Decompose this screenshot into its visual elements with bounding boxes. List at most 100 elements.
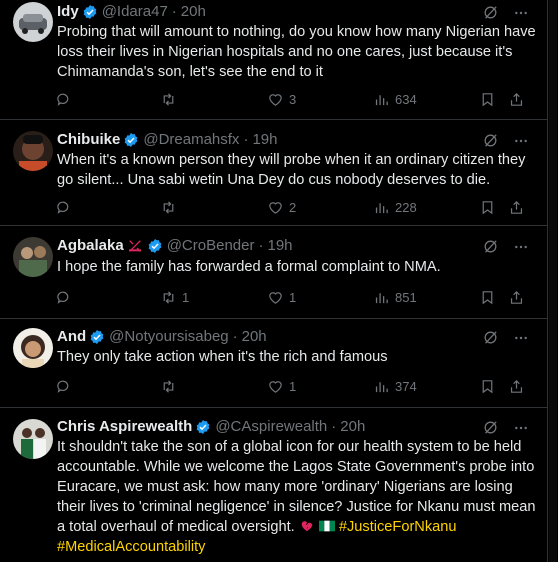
views-chart-icon bbox=[375, 292, 388, 303]
verified-badge-icon bbox=[90, 330, 104, 344]
reply-button[interactable] bbox=[55, 197, 72, 217]
retweet-count: 1 bbox=[182, 289, 190, 305]
like-count: 2 bbox=[289, 199, 297, 215]
display-name[interactable]: Chibuike bbox=[57, 130, 120, 150]
verified-badge-icon bbox=[125, 133, 138, 147]
tweet-header: Chibuike @Dreamahsfx · 19h bbox=[57, 130, 277, 150]
share-button[interactable] bbox=[508, 287, 525, 307]
like-button[interactable]: 2 bbox=[267, 197, 296, 217]
retweet-button[interactable] bbox=[160, 89, 182, 109]
view-count: 228 bbox=[395, 199, 417, 215]
avatar[interactable] bbox=[13, 237, 53, 277]
tweet-reply[interactable]: Idy @Idara47 · 20h Probing that will amo… bbox=[0, 0, 547, 120]
tweet-text: When it's a known person they will probe… bbox=[57, 152, 526, 188]
user-handle[interactable]: @Idara47 bbox=[102, 2, 168, 22]
retweet-icon bbox=[163, 200, 174, 214]
more-options-icon[interactable] bbox=[513, 133, 529, 149]
tweet-actions: 3 634 bbox=[55, 89, 530, 109]
tweet-reply[interactable]: Agbalaka @CroBender · 19h I hope the fam… bbox=[0, 225, 547, 319]
avatar[interactable] bbox=[13, 2, 53, 42]
view-count: 634 bbox=[395, 91, 417, 107]
separator-dot: · bbox=[258, 237, 264, 254]
like-button[interactable]: 1 bbox=[267, 376, 296, 396]
grok-icon[interactable] bbox=[482, 4, 499, 21]
bookmark-icon bbox=[482, 290, 493, 304]
display-name[interactable]: And bbox=[57, 327, 86, 347]
tweet-text: Probing that will amount to nothing, do … bbox=[57, 24, 536, 80]
bookmark-icon bbox=[482, 200, 493, 214]
like-button[interactable]: 3 bbox=[267, 89, 296, 109]
user-handle[interactable]: @Notyoursisabeg bbox=[109, 327, 228, 347]
views-button[interactable]: 374 bbox=[373, 376, 417, 396]
display-name[interactable]: Chris Aspirewealth bbox=[57, 417, 192, 437]
views-button[interactable]: 634 bbox=[373, 89, 417, 109]
reply-icon bbox=[57, 380, 69, 393]
tweet-text: It shouldn't take the son of a global ic… bbox=[57, 439, 536, 535]
bookmark-icon bbox=[482, 92, 493, 106]
separator-dot: · bbox=[331, 418, 337, 435]
reply-icon bbox=[57, 201, 69, 214]
verified-badge-icon bbox=[196, 420, 210, 434]
like-count: 1 bbox=[289, 378, 297, 394]
tweet-reply[interactable]: Chris Aspirewealth @CAspirewealth · 20h … bbox=[0, 407, 547, 562]
avatar[interactable] bbox=[13, 328, 53, 368]
grok-icon[interactable] bbox=[482, 238, 499, 255]
grok-icon[interactable] bbox=[482, 132, 499, 149]
avatar[interactable] bbox=[13, 131, 53, 171]
user-handle[interactable]: @CroBender bbox=[167, 236, 255, 256]
view-count: 374 bbox=[395, 378, 417, 394]
retweet-button[interactable] bbox=[160, 197, 182, 217]
tweet-reply[interactable]: Chibuike @Dreamahsfx · 19h When it's a k… bbox=[0, 119, 547, 226]
share-button[interactable] bbox=[508, 197, 525, 217]
tweet-header: Chris Aspirewealth @CAspirewealth · 20h bbox=[57, 417, 365, 437]
separator-dot: · bbox=[243, 131, 249, 148]
reply-button[interactable] bbox=[55, 376, 72, 396]
heart-icon bbox=[269, 93, 282, 106]
user-handle[interactable]: @Dreamahsfx bbox=[143, 130, 239, 150]
more-options-icon[interactable] bbox=[513, 5, 529, 21]
timestamp[interactable]: 20h bbox=[340, 417, 365, 437]
user-handle[interactable]: @CAspirewealth bbox=[215, 417, 327, 437]
grok-icon[interactable] bbox=[482, 329, 499, 346]
tweet-actions: 1 1 851 bbox=[55, 287, 530, 307]
like-button[interactable]: 1 bbox=[267, 287, 296, 307]
tweet-text: I hope the family has forwarded a formal… bbox=[57, 259, 441, 275]
tweet-header: Idy @Idara47 · 20h bbox=[57, 2, 206, 22]
verified-badge-icon bbox=[83, 5, 97, 19]
timestamp[interactable]: 20h bbox=[181, 2, 206, 22]
reply-button[interactable] bbox=[55, 89, 72, 109]
view-count: 851 bbox=[395, 289, 417, 305]
grok-icon[interactable] bbox=[482, 419, 499, 436]
scrollbar[interactable] bbox=[549, 0, 557, 562]
retweet-button[interactable]: 1 bbox=[160, 287, 189, 307]
avatar[interactable] bbox=[13, 419, 53, 459]
more-options-icon[interactable] bbox=[513, 330, 529, 346]
more-options-icon[interactable] bbox=[513, 420, 529, 436]
display-name[interactable]: Idy bbox=[57, 2, 79, 22]
tweet-reply[interactable]: And @Notyoursisabeg · 20h They only take… bbox=[0, 318, 547, 408]
reply-icon bbox=[57, 291, 69, 304]
bookmark-button[interactable] bbox=[479, 376, 496, 396]
more-options-icon[interactable] bbox=[513, 239, 529, 255]
retweet-icon bbox=[163, 92, 174, 106]
share-icon bbox=[510, 290, 523, 304]
share-button[interactable] bbox=[508, 376, 525, 396]
display-name[interactable]: Agbalaka bbox=[57, 236, 124, 256]
timestamp[interactable]: 20h bbox=[242, 327, 267, 347]
bookmark-button[interactable] bbox=[479, 287, 496, 307]
timestamp[interactable]: 19h bbox=[267, 236, 292, 256]
hashtag-link[interactable]: #JusticeForNkanu bbox=[339, 519, 457, 535]
bookmark-button[interactable] bbox=[479, 89, 496, 109]
share-button[interactable] bbox=[508, 89, 525, 109]
views-button[interactable]: 228 bbox=[373, 197, 417, 217]
hashtag-link[interactable]: #MedicalAccountability bbox=[57, 539, 205, 555]
share-icon bbox=[510, 200, 523, 214]
tweet-text: They only take action when it's the rich… bbox=[57, 349, 388, 365]
bookmark-button[interactable] bbox=[479, 197, 496, 217]
like-count: 1 bbox=[289, 289, 297, 305]
retweet-button[interactable] bbox=[160, 376, 182, 396]
tweet-header: And @Notyoursisabeg · 20h bbox=[57, 327, 267, 347]
views-button[interactable]: 851 bbox=[373, 287, 417, 307]
reply-button[interactable] bbox=[55, 287, 72, 307]
timestamp[interactable]: 19h bbox=[252, 130, 277, 150]
